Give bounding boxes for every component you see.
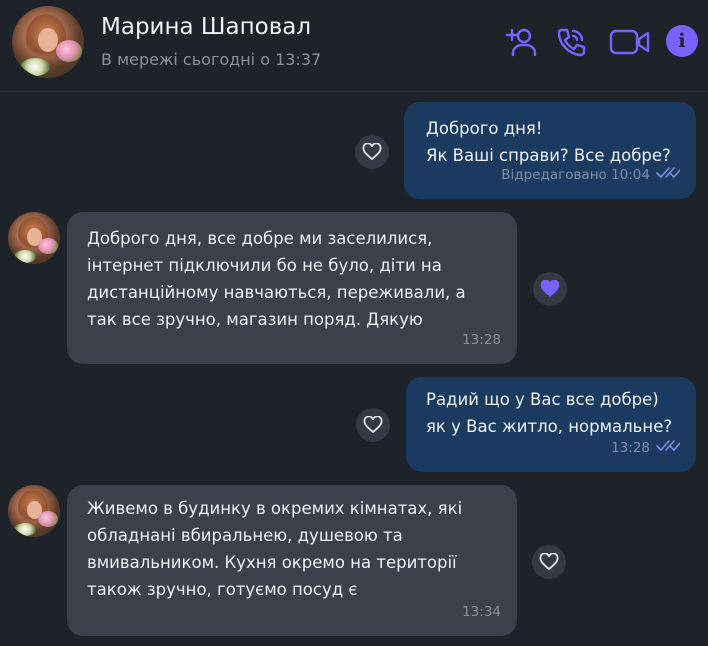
- message-bubble-incoming[interactable]: Доброго дня, все добре ми заселилися, ін…: [67, 212, 517, 364]
- message-bubble-incoming[interactable]: Живемо в будинку в окремих кімнатах, які…: [67, 485, 517, 636]
- message-time: 13:28: [462, 332, 501, 348]
- heart-outline-icon[interactable]: [532, 545, 566, 579]
- contact-status: В мережі сьогодні о 13:37: [101, 50, 322, 69]
- message-text: Радий що у Вас все добре) як у Вас житло…: [426, 390, 673, 436]
- contact-avatar[interactable]: [12, 6, 84, 78]
- message-meta: 13:34: [462, 599, 501, 626]
- read-ticks-icon: [656, 435, 681, 462]
- heart-outline-icon[interactable]: [356, 408, 390, 442]
- message-time: 13:34: [462, 604, 501, 620]
- read-ticks-icon: [656, 162, 681, 189]
- video-call-icon[interactable]: [607, 24, 653, 60]
- add-contact-icon[interactable]: [502, 24, 538, 60]
- contact-avatar-small[interactable]: [8, 212, 60, 264]
- message-time: 13:28: [611, 440, 650, 456]
- message-text: Доброго дня, все добре ми заселилися, ін…: [87, 229, 466, 329]
- contact-name[interactable]: Марина Шаповал: [101, 14, 311, 40]
- message-time: Відредаговано 10:04: [501, 167, 650, 183]
- message-text: Доброго дня! Як Ваші справи? Все добре?: [426, 119, 671, 165]
- message-text: Живемо в будинку в окремих кімнатах, які…: [87, 499, 463, 599]
- message-bubble-outgoing[interactable]: Доброго дня! Як Ваші справи? Все добре? …: [404, 102, 696, 199]
- heart-filled-icon[interactable]: [533, 272, 567, 306]
- chat-header: Марина Шаповал В мережі сьогодні о 13:37: [0, 0, 708, 92]
- message-meta: Відредаговано 10:04: [501, 162, 681, 189]
- message-meta: 13:28: [462, 327, 501, 354]
- message-meta: 13:28: [611, 435, 681, 462]
- info-icon[interactable]: i: [666, 25, 698, 57]
- contact-avatar-small[interactable]: [8, 485, 60, 537]
- call-icon[interactable]: [553, 24, 589, 60]
- chat-window: Марина Шаповал В мережі сьогодні о 13:37: [0, 0, 708, 646]
- message-bubble-outgoing[interactable]: Радий що у Вас все добре) як у Вас житло…: [406, 377, 696, 472]
- heart-outline-icon[interactable]: [355, 135, 389, 169]
